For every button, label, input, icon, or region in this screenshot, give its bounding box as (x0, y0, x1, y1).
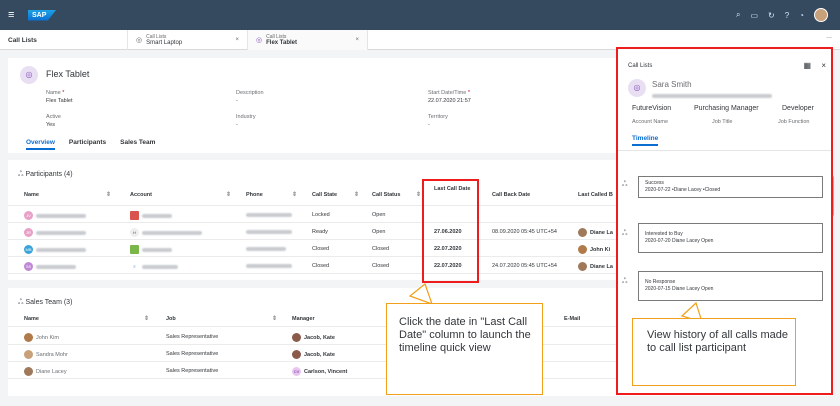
callout-last-call-date: Click the date in "Last Call Date" colum… (386, 303, 543, 395)
callout-history: View history of all calls made to call l… (632, 318, 796, 386)
